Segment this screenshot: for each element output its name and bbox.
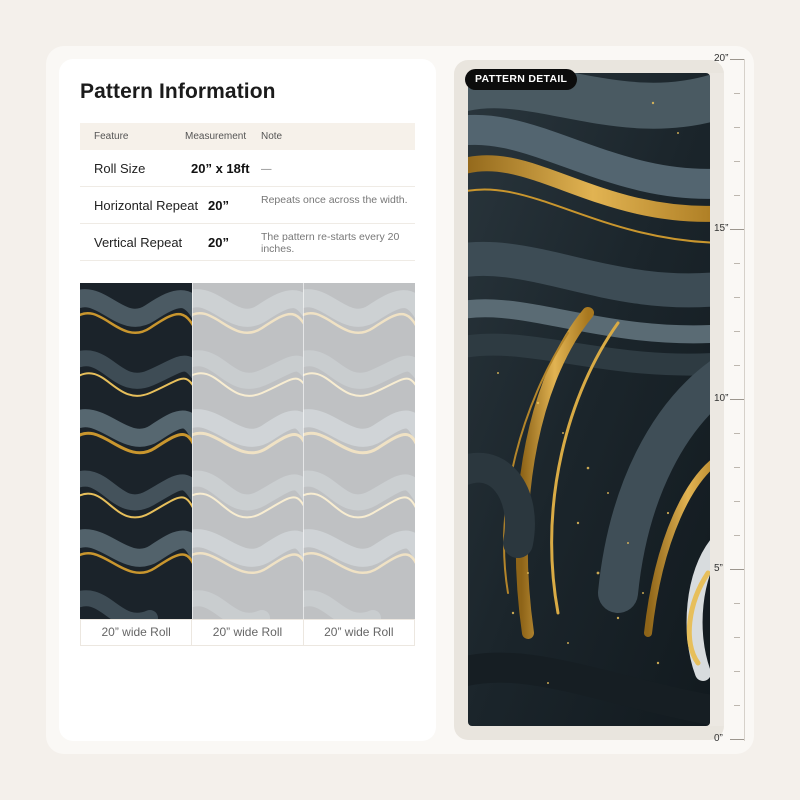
ruler-minor-tick [734, 365, 740, 366]
row-note: The pattern re-starts every 20 inches. [261, 231, 400, 255]
ruler-minor-tick [734, 297, 740, 298]
roll-panel [191, 283, 304, 619]
ruler-minor-tick [734, 535, 740, 536]
pattern-detail-badge: PATTERN DETAIL [465, 69, 578, 90]
row-feature: Vertical Repeat [94, 235, 183, 250]
roll-panel [80, 283, 192, 619]
ruler-major-tick [730, 59, 744, 60]
roll-divider [191, 283, 193, 619]
ruler-label: 0” [714, 733, 723, 744]
row-note: Repeats once across the width. [261, 194, 408, 206]
ruler-minor-tick [734, 467, 740, 468]
roll-label: 20” wide Roll [192, 620, 304, 645]
roll-overlay [191, 283, 304, 619]
marble-pattern-swatch [80, 283, 192, 619]
roll-overlay [303, 283, 415, 619]
roll-preview [80, 283, 415, 619]
row-measurement: 20” [208, 235, 229, 250]
ruler-minor-tick [734, 603, 740, 604]
roll-label: 20” wide Roll [81, 620, 193, 645]
ruler-label: 20” [714, 53, 729, 64]
ruler-minor-tick [734, 331, 740, 332]
roll-label: 20” wide Roll [324, 625, 394, 639]
ruler-major-tick [730, 399, 744, 400]
row-measurement: 20” x 18ft [191, 161, 250, 176]
header-feature: Feature [94, 131, 129, 142]
ruler-minor-tick [734, 127, 740, 128]
ruler-minor-tick [734, 671, 740, 672]
ruler-major-tick [730, 739, 744, 740]
page-title: Pattern Information [80, 80, 276, 103]
row-feature: Horizontal Repeat [94, 198, 199, 213]
ruler: 20” 15” 10” 5” 0” [714, 53, 786, 748]
roll-panel [303, 283, 415, 619]
ruler-minor-tick [734, 637, 740, 638]
roll-labels: 20” wide Roll 20” wide Roll 20” wide Rol… [80, 619, 415, 646]
ruler-major-tick [730, 569, 744, 570]
ruler-line [744, 59, 745, 741]
ruler-minor-tick [734, 263, 740, 264]
ruler-minor-tick [734, 501, 740, 502]
pattern-table: Feature Measurement Note Roll Size 20” x… [80, 123, 415, 261]
table-row: Horizontal Repeat 20” Repeats once acros… [80, 187, 415, 224]
pattern-detail-image [468, 73, 710, 726]
marble-detail-art [468, 73, 710, 726]
table-row: Roll Size 20” x 18ft — [80, 150, 415, 187]
table-header: Feature Measurement Note [80, 123, 415, 150]
row-measurement: 20” [208, 198, 229, 213]
ruler-major-tick [730, 229, 744, 230]
roll-divider [303, 283, 305, 619]
row-feature: Roll Size [94, 161, 146, 176]
ruler-label: 10” [714, 393, 729, 404]
ruler-label: 5” [714, 563, 723, 574]
ruler-minor-tick [734, 433, 740, 434]
ruler-minor-tick [734, 161, 740, 162]
header-note: Note [261, 131, 283, 142]
ruler-minor-tick [734, 93, 740, 94]
ruler-minor-tick [734, 705, 740, 706]
ruler-minor-tick [734, 195, 740, 196]
header-measurement: Measurement [185, 131, 247, 142]
ruler-label: 15” [714, 223, 729, 234]
row-note: — [261, 163, 272, 175]
table-row: Vertical Repeat 20” The pattern re-start… [80, 224, 415, 261]
